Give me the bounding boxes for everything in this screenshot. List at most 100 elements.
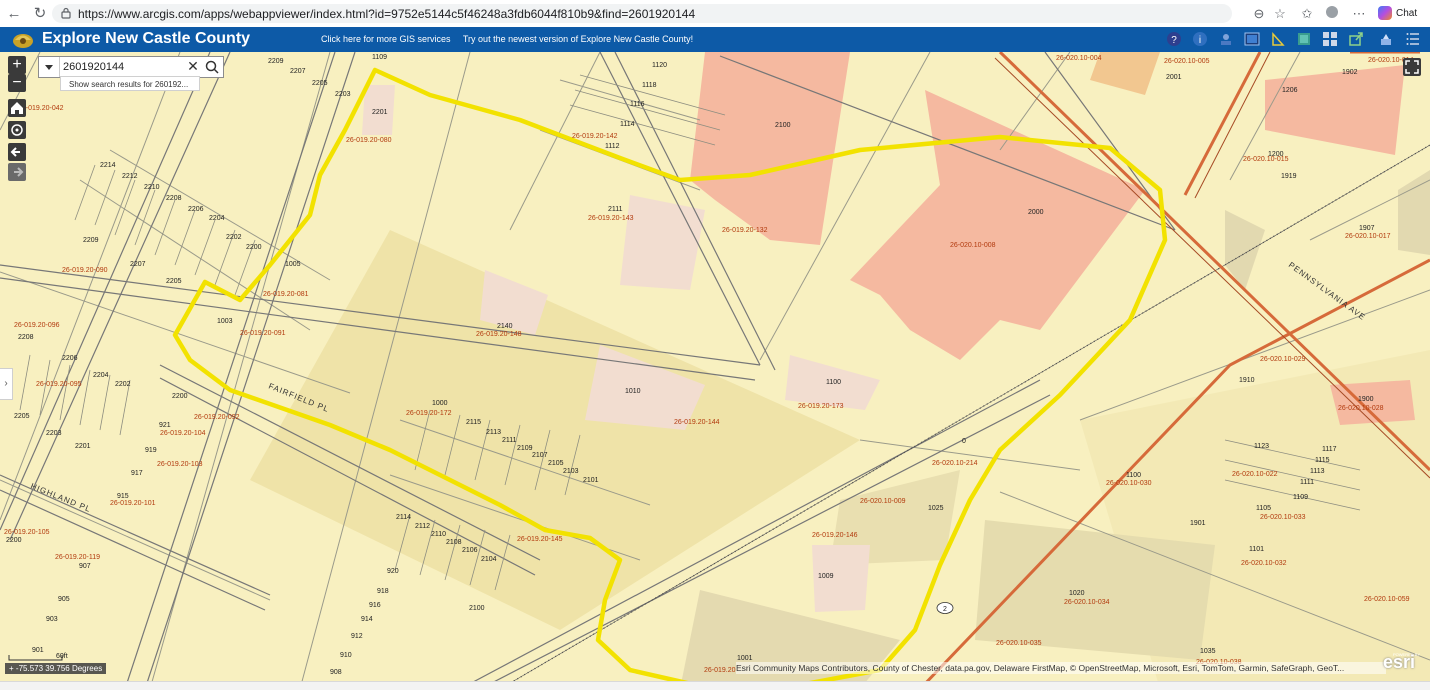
address-label: 1000	[432, 400, 448, 407]
address-label: 1109	[372, 54, 387, 61]
address-label: 1100	[826, 379, 841, 386]
address-label: 2103	[563, 468, 579, 475]
address-label: 2209	[268, 58, 284, 65]
address-label: 905	[58, 596, 70, 603]
address-label: 2214	[100, 162, 116, 169]
parcel-id-label: 26-020.10-214	[932, 460, 978, 467]
more-gis-services-link[interactable]: Click here for more GIS services	[321, 34, 451, 44]
building	[620, 195, 705, 290]
parcel-id-label: 26-019.20	[704, 667, 736, 674]
refresh-icon[interactable]: ↻	[30, 4, 50, 24]
address-label: 1117	[1322, 446, 1337, 453]
address-label: 2202	[226, 234, 242, 241]
parcel-id-label: 26-019.20-145	[517, 536, 563, 543]
address-label: 1118	[642, 82, 657, 89]
address-label: 1001	[737, 655, 753, 662]
clear-search-icon[interactable]: ✕	[185, 58, 201, 74]
address-label: 2200	[6, 537, 22, 544]
svg-text:?: ?	[1171, 35, 1177, 46]
search-icon[interactable]	[204, 59, 220, 75]
parcel-id-label: 26-019.20-104	[160, 430, 206, 437]
layers-icon[interactable]	[1218, 31, 1234, 47]
map-canvas[interactable]: FAIRFIELD PL HIGHLAND PL PENNSYLVANIA AV…	[0, 52, 1430, 689]
fullscreen-button[interactable]	[1403, 58, 1421, 76]
address-label: 2113	[486, 429, 501, 436]
fullscreen-icon	[1405, 60, 1419, 74]
parcel-id-label: 26-019.20-091	[240, 330, 286, 337]
address-label: 1206	[1282, 87, 1298, 94]
address-bar[interactable]: https://www.arcgis.com/apps/webappviewer…	[52, 4, 1232, 23]
parcel-id-label: 26-020.10-030	[1106, 480, 1152, 487]
search-suggestion[interactable]: Show search results for 260192...	[60, 76, 200, 91]
address-label: 2001	[1166, 74, 1182, 81]
share-icon[interactable]	[1348, 31, 1364, 47]
chat-button[interactable]: Chat	[1378, 5, 1417, 23]
address-label: 2205	[166, 278, 182, 285]
profile-icon[interactable]	[1323, 5, 1341, 23]
caret-down-icon	[45, 65, 53, 70]
address-label: 1114	[620, 121, 635, 128]
basemap-icon[interactable]	[1244, 31, 1260, 47]
highway-shield: 2	[936, 602, 954, 614]
map-view[interactable]: FAIRFIELD PL HIGHLAND PL PENNSYLVANIA AV…	[0, 52, 1430, 689]
address-label: 1111	[1300, 479, 1314, 486]
next-extent-button[interactable]	[8, 163, 26, 181]
address-label: 1902	[1342, 69, 1358, 76]
address-label: 1115	[1315, 457, 1330, 464]
plus-icon[interactable]: +	[9, 664, 16, 673]
url-text: https://www.arcgis.com/apps/webappviewer…	[78, 7, 696, 21]
address-label: 1116	[630, 101, 645, 108]
previous-extent-button[interactable]	[8, 143, 26, 161]
site-info-icon[interactable]	[60, 7, 72, 19]
address-label: 1101	[1249, 546, 1264, 553]
list-icon[interactable]	[1405, 31, 1421, 47]
address-label: 2201	[372, 109, 388, 116]
address-label: 2114	[396, 514, 411, 521]
search-source-dropdown[interactable]	[39, 57, 60, 77]
parcel-id-label: 26-020.10-028	[1338, 405, 1384, 412]
locate-button[interactable]	[8, 121, 26, 139]
measure-icon[interactable]	[1270, 31, 1286, 47]
search-widget: ✕	[38, 56, 224, 78]
parcel-id-label: 26-019.20-101	[110, 500, 156, 507]
address-label: 2110	[431, 531, 446, 538]
back-icon[interactable]: ←	[4, 4, 24, 24]
zoom-in-button[interactable]: +	[8, 56, 26, 74]
address-label: 1200	[1268, 151, 1284, 158]
home-button[interactable]	[8, 99, 26, 117]
address-label: 2204	[209, 215, 225, 222]
zoom-page-icon[interactable]: ⊖	[1250, 5, 1268, 23]
parcel-id-label: 26-020.10-059	[1364, 596, 1410, 603]
print-icon[interactable]	[1296, 31, 1312, 47]
address-label: 2112	[415, 523, 430, 530]
address-label: 918	[377, 588, 389, 595]
parcel-id-label: 26-020.10-033	[1260, 514, 1306, 521]
address-label: 2203	[335, 91, 351, 98]
address-label: 2204	[93, 372, 109, 379]
side-panel-toggle[interactable]: ›	[0, 368, 13, 400]
address-label: 1113	[1310, 468, 1325, 475]
favorite-star-icon[interactable]: ☆	[1271, 5, 1289, 23]
newest-version-link[interactable]: Try out the newest version of Explore Ne…	[463, 34, 693, 44]
address-label: 2205	[14, 413, 30, 420]
map-attribution: Esri Community Maps Contributors, County…	[736, 662, 1386, 674]
address-label: 914	[361, 616, 373, 623]
zoom-out-button[interactable]: −	[8, 74, 26, 92]
address-label: 2111	[608, 206, 623, 213]
chevron-right-icon: ›	[4, 378, 8, 389]
favorites-icon[interactable]: ✩	[1298, 5, 1316, 23]
search-input[interactable]	[63, 59, 173, 75]
draw-icon[interactable]	[1378, 31, 1394, 47]
address-label: 2206	[62, 355, 78, 362]
more-menu-icon[interactable]: ⋯	[1350, 5, 1368, 23]
help-icon[interactable]: ?	[1166, 31, 1182, 47]
address-label: 0	[962, 438, 966, 445]
address-label: 2207	[130, 261, 146, 268]
info-icon[interactable]: i	[1192, 31, 1208, 47]
address-label: 2210	[144, 184, 160, 191]
grid-icon[interactable]	[1322, 31, 1338, 47]
address-label: 2101	[583, 477, 599, 484]
parcel-id-label: 26-019.20-092	[194, 414, 240, 421]
address-label: 2200	[246, 244, 262, 251]
address-label: 1112	[605, 143, 620, 150]
